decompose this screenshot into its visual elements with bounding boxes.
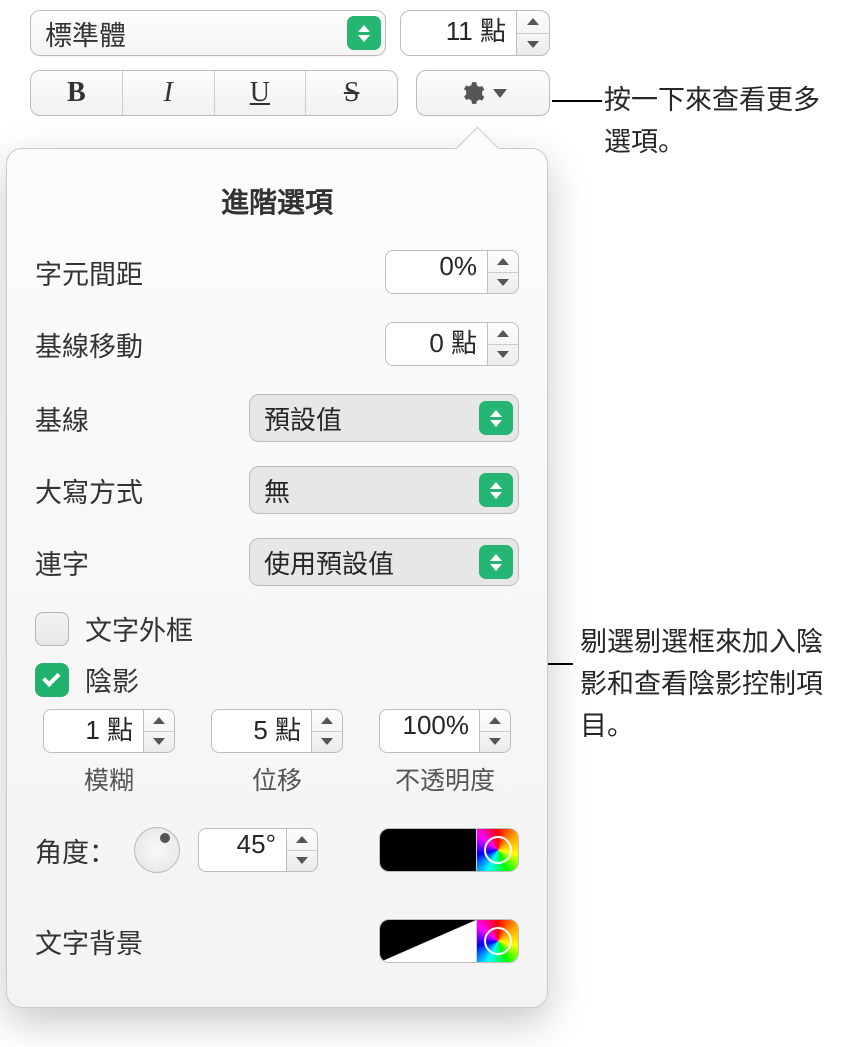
stepper-down[interactable]: [517, 33, 549, 56]
shadow-blur-value[interactable]: 1 點: [43, 709, 143, 753]
annotation-line: [552, 100, 602, 102]
stepper-down[interactable]: [312, 731, 342, 753]
annotation-gear: 按一下來查看更多選項。: [604, 80, 834, 164]
strikethrough-button[interactable]: S: [305, 71, 397, 115]
dropdown-caret-icon: [479, 545, 513, 579]
ligatures-label: 連字: [35, 543, 89, 582]
popover-title: 進階選項: [7, 149, 547, 247]
gear-icon: [459, 80, 485, 106]
shadow-opacity-label: 不透明度: [395, 761, 495, 797]
dropdown-caret-icon: [479, 473, 513, 507]
stepper-down[interactable]: [144, 731, 174, 753]
text-background-swatch[interactable]: [380, 920, 476, 962]
stepper-up[interactable]: [488, 323, 518, 344]
char-spacing-stepper[interactable]: 0%: [385, 250, 519, 294]
shadow-opacity-stepper[interactable]: 100%: [379, 709, 511, 753]
advanced-options-popover: 進階選項 字元間距 0% 基線移動 0 點 基線 預設值 大寫方式: [6, 148, 548, 1008]
font-size-stepper[interactable]: 11 點: [400, 10, 550, 56]
bold-button[interactable]: B: [31, 71, 122, 115]
outline-label: 文字外框: [85, 609, 193, 648]
font-panel: 標準體 11 點 B I U S: [30, 10, 550, 116]
dropdown-caret-icon: [479, 401, 513, 435]
color-picker-icon[interactable]: [476, 920, 518, 962]
stepper-up[interactable]: [312, 710, 342, 731]
shadow-color-well[interactable]: [379, 828, 519, 872]
capitalization-value: 無: [264, 472, 290, 509]
ligatures-value: 使用預設值: [264, 544, 394, 581]
shadow-opacity-value[interactable]: 100%: [379, 709, 479, 753]
shadow-blur-label: 模糊: [84, 761, 134, 797]
baseline-select[interactable]: 預設值: [249, 394, 519, 442]
baseline-shift-label: 基線移動: [35, 325, 143, 364]
stepper-up[interactable]: [488, 251, 518, 272]
shadow-offset-label: 位移: [252, 761, 302, 797]
outline-checkbox[interactable]: [35, 612, 69, 646]
stepper-down[interactable]: [480, 731, 510, 753]
advanced-options-button[interactable]: [416, 70, 550, 116]
baseline-value: 預設值: [264, 400, 342, 437]
shadow-angle-label: 角度：: [35, 831, 116, 870]
shadow-offset-value[interactable]: 5 點: [211, 709, 311, 753]
shadow-checkbox[interactable]: [35, 663, 69, 697]
shadow-label: 陰影: [85, 660, 139, 699]
baseline-label: 基線: [35, 399, 89, 438]
stepper-down[interactable]: [488, 344, 518, 366]
text-background-label: 文字背景: [35, 922, 143, 961]
ligatures-select[interactable]: 使用預設值: [249, 538, 519, 586]
font-size-value[interactable]: 11 點: [400, 10, 516, 56]
underline-button[interactable]: U: [214, 71, 306, 115]
shadow-angle-value[interactable]: 45°: [198, 828, 286, 872]
stepper-down[interactable]: [287, 850, 317, 872]
dropdown-caret-icon: [347, 16, 381, 50]
capitalization-label: 大寫方式: [35, 471, 143, 510]
chevron-down-icon: [493, 89, 507, 98]
shadow-blur-stepper[interactable]: 1 點: [43, 709, 175, 753]
stepper-down[interactable]: [488, 272, 518, 294]
char-spacing-label: 字元間距: [35, 253, 143, 292]
annotation-shadow: 剔選剔選框來加入陰影和查看陰影控制項目。: [580, 622, 830, 748]
char-spacing-value[interactable]: 0%: [385, 250, 487, 294]
stepper-up[interactable]: [480, 710, 510, 731]
color-picker-icon[interactable]: [476, 829, 518, 871]
stepper-up[interactable]: [287, 829, 317, 850]
shadow-angle-dial[interactable]: [134, 827, 180, 873]
font-size-stepper-buttons[interactable]: [516, 10, 550, 56]
italic-button[interactable]: I: [122, 71, 214, 115]
stepper-up[interactable]: [144, 710, 174, 731]
font-family-select[interactable]: 標準體: [30, 10, 386, 56]
shadow-color-swatch[interactable]: [380, 829, 476, 871]
baseline-shift-stepper[interactable]: 0 點: [385, 322, 519, 366]
checkmark-icon: [42, 668, 60, 686]
text-background-color-well[interactable]: [379, 919, 519, 963]
font-family-label: 標準體: [45, 14, 126, 53]
shadow-offset-stepper[interactable]: 5 點: [211, 709, 343, 753]
stepper-up[interactable]: [517, 11, 549, 33]
text-style-segmented: B I U S: [30, 70, 398, 116]
shadow-angle-stepper[interactable]: 45°: [198, 828, 318, 872]
baseline-shift-value[interactable]: 0 點: [385, 322, 487, 366]
capitalization-select[interactable]: 無: [249, 466, 519, 514]
